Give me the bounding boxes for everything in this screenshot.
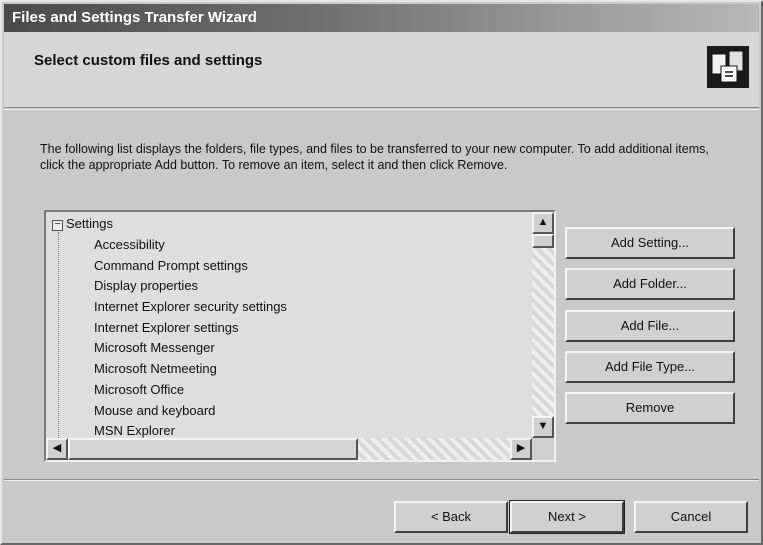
wizard-transfer-icon [707, 46, 749, 88]
add-file-type-button[interactable]: Add File Type... [565, 351, 735, 383]
horizontal-scroll-thumb[interactable] [68, 438, 358, 460]
header-divider [4, 109, 759, 110]
footer-divider [4, 479, 759, 481]
vertical-scrollbar[interactable]: ▲ ▼ [532, 212, 554, 438]
remove-button[interactable]: Remove [565, 392, 735, 424]
vertical-scroll-thumb[interactable] [532, 234, 554, 248]
scroll-down-icon[interactable]: ▼ [532, 416, 554, 438]
add-setting-button[interactable]: Add Setting... [565, 227, 735, 259]
scrollbar-corner [532, 438, 554, 460]
wizard-window: Files and Settings Transfer Wizard Selec… [0, 0, 763, 545]
add-folder-button[interactable]: Add Folder... [565, 268, 735, 300]
tree-item[interactable]: Command Prompt settings [94, 256, 287, 277]
tree-item[interactable]: Microsoft Messenger [94, 338, 287, 359]
next-button[interactable]: Next > [509, 500, 625, 534]
back-button[interactable]: < Back [394, 501, 508, 533]
tree-connector-line [58, 232, 59, 438]
cancel-button[interactable]: Cancel [634, 501, 748, 533]
tree-view[interactable]: − Settings Accessibility Command Prompt s… [46, 212, 532, 438]
tree-item[interactable]: Internet Explorer security settings [94, 297, 287, 318]
horizontal-scrollbar[interactable]: ◀ ▶ [46, 438, 532, 460]
tree-item[interactable]: Accessibility [94, 235, 287, 256]
page-title: Select custom files and settings [34, 52, 263, 69]
window-title: Files and Settings Transfer Wizard [12, 9, 257, 26]
title-bar[interactable]: Files and Settings Transfer Wizard [4, 4, 759, 32]
tree-item[interactable]: Internet Explorer settings [94, 318, 287, 339]
tree-root-settings[interactable]: − Settings [52, 216, 113, 231]
scroll-up-icon[interactable]: ▲ [532, 212, 554, 234]
tree-item[interactable]: MSN Explorer [94, 421, 287, 438]
tree-root-label: Settings [66, 216, 113, 231]
tree-item[interactable]: Microsoft Netmeeting [94, 359, 287, 380]
tree-item[interactable]: Microsoft Office [94, 380, 287, 401]
scroll-left-icon[interactable]: ◀ [46, 438, 68, 460]
tree-item[interactable]: Mouse and keyboard [94, 401, 287, 422]
add-file-button[interactable]: Add File... [565, 310, 735, 342]
instructions-text: The following list displays the folders,… [40, 142, 709, 172]
tree-item[interactable]: Display properties [94, 276, 287, 297]
wizard-header: Select custom files and settings [4, 32, 759, 108]
collapse-icon[interactable]: − [52, 220, 63, 231]
tree-children: Accessibility Command Prompt settings Di… [94, 235, 287, 438]
items-tree-list[interactable]: − Settings Accessibility Command Prompt s… [44, 210, 556, 462]
scroll-right-icon[interactable]: ▶ [510, 438, 532, 460]
